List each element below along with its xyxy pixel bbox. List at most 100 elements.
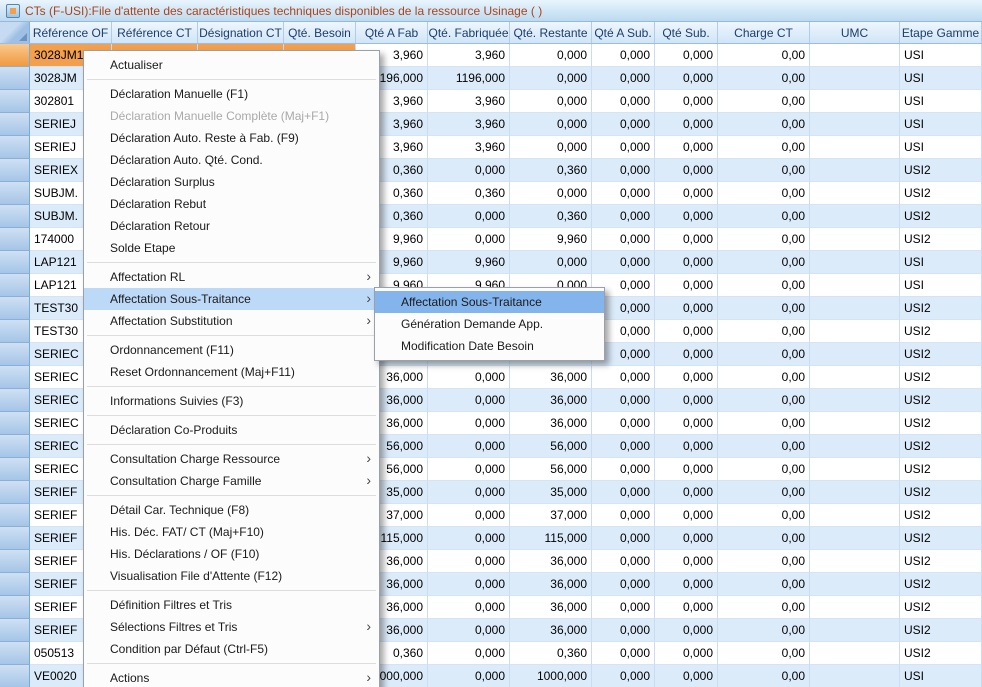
cell-qte_restante[interactable]: 0,360 [510, 159, 592, 182]
cell-charge_ct[interactable]: 0,00 [718, 435, 810, 458]
cell-etape_gamme[interactable]: USI2 [900, 435, 982, 458]
cell-qte_sub[interactable]: 0,000 [655, 504, 718, 527]
cell-qte_fabriquee[interactable]: 0,000 [428, 205, 510, 228]
cell-qte_sub[interactable]: 0,000 [655, 619, 718, 642]
cell-qte_restante[interactable]: 0,000 [510, 67, 592, 90]
cell-umc[interactable] [810, 274, 900, 297]
column-header-charge-ct[interactable]: Charge CT [718, 22, 810, 43]
cell-etape_gamme[interactable]: USI2 [900, 205, 982, 228]
cell-qte_sub[interactable]: 0,000 [655, 320, 718, 343]
context-menu-item-ordonnancement-f11[interactable]: Ordonnancement (F11) [84, 339, 379, 361]
cell-qte_restante[interactable]: 115,000 [510, 527, 592, 550]
cell-charge_ct[interactable]: 0,00 [718, 550, 810, 573]
cell-qte_restante[interactable]: 36,000 [510, 596, 592, 619]
context-menu-item-actualiser[interactable]: Actualiser [84, 54, 379, 76]
column-header-reference-ct[interactable]: Référence CT [112, 22, 198, 43]
row-indicator[interactable] [0, 113, 30, 136]
cell-qte_fabriquee[interactable]: 0,000 [428, 435, 510, 458]
cell-etape_gamme[interactable]: USI [900, 274, 982, 297]
cell-qte_fabriquee[interactable]: 3,960 [428, 136, 510, 159]
cell-qte_restante[interactable]: 0,360 [510, 205, 592, 228]
cell-charge_ct[interactable]: 0,00 [718, 251, 810, 274]
column-header-qte-a-sub[interactable]: Qté A Sub. [592, 22, 655, 43]
cell-charge_ct[interactable]: 0,00 [718, 527, 810, 550]
context-menu-item-definition-filtres-et-tris[interactable]: Définition Filtres et Tris [84, 594, 379, 616]
cell-qte_sub[interactable]: 0,000 [655, 67, 718, 90]
titlebar[interactable]: CTs (F-USI):File d'attente des caractéri… [0, 0, 982, 22]
cell-umc[interactable] [810, 412, 900, 435]
cell-charge_ct[interactable]: 0,00 [718, 642, 810, 665]
cell-umc[interactable] [810, 435, 900, 458]
cell-umc[interactable] [810, 251, 900, 274]
cell-charge_ct[interactable]: 0,00 [718, 573, 810, 596]
cell-etape_gamme[interactable]: USI2 [900, 550, 982, 573]
cell-qte_restante[interactable]: 35,000 [510, 481, 592, 504]
context-menu-item-actions[interactable]: Actions› [84, 667, 379, 687]
cell-qte_restante[interactable]: 0,000 [510, 136, 592, 159]
row-indicator[interactable] [0, 642, 30, 665]
cell-qte_sub[interactable]: 0,000 [655, 343, 718, 366]
cell-etape_gamme[interactable]: USI2 [900, 228, 982, 251]
context-menu-item-condition-par-defaut-ctrl-f5[interactable]: Condition par Défaut (Ctrl-F5) [84, 638, 379, 660]
cell-charge_ct[interactable]: 0,00 [718, 596, 810, 619]
cell-charge_ct[interactable]: 0,00 [718, 90, 810, 113]
cell-umc[interactable] [810, 113, 900, 136]
context-menu-item-declaration-rebut[interactable]: Déclaration Rebut [84, 193, 379, 215]
cell-etape_gamme[interactable]: USI2 [900, 366, 982, 389]
context-menu-item-declaration-co-produits[interactable]: Déclaration Co-Produits [84, 419, 379, 441]
cell-umc[interactable] [810, 297, 900, 320]
cell-qte_a_sub[interactable]: 0,000 [592, 44, 655, 67]
cell-charge_ct[interactable]: 0,00 [718, 136, 810, 159]
cell-etape_gamme[interactable]: USI2 [900, 320, 982, 343]
cell-qte_sub[interactable]: 0,000 [655, 113, 718, 136]
cell-qte_a_sub[interactable]: 0,000 [592, 366, 655, 389]
cell-qte_a_sub[interactable]: 0,000 [592, 136, 655, 159]
row-indicator[interactable] [0, 205, 30, 228]
row-indicator[interactable] [0, 136, 30, 159]
row-indicator[interactable] [0, 389, 30, 412]
cell-qte_restante[interactable]: 0,000 [510, 113, 592, 136]
cell-umc[interactable] [810, 573, 900, 596]
cell-qte_sub[interactable]: 0,000 [655, 412, 718, 435]
column-header-qte-restante[interactable]: Qté. Restante [510, 22, 592, 43]
cell-etape_gamme[interactable]: USI2 [900, 573, 982, 596]
cell-qte_fabriquee[interactable]: 0,000 [428, 665, 510, 687]
cell-qte_a_sub[interactable]: 0,000 [592, 389, 655, 412]
cell-qte_a_sub[interactable]: 0,000 [592, 67, 655, 90]
cell-charge_ct[interactable]: 0,00 [718, 67, 810, 90]
context-menu-item-declaration-auto-reste-a-fab-f9[interactable]: Déclaration Auto. Reste à Fab. (F9) [84, 127, 379, 149]
cell-qte_a_sub[interactable]: 0,000 [592, 412, 655, 435]
cell-umc[interactable] [810, 67, 900, 90]
cell-umc[interactable] [810, 504, 900, 527]
context-menu-item-selections-filtres-et-tris[interactable]: Sélections Filtres et Tris› [84, 616, 379, 638]
cell-qte_a_sub[interactable]: 0,000 [592, 665, 655, 687]
cell-qte_a_sub[interactable]: 0,000 [592, 619, 655, 642]
cell-qte_fabriquee[interactable]: 3,960 [428, 44, 510, 67]
cell-charge_ct[interactable]: 0,00 [718, 228, 810, 251]
cell-umc[interactable] [810, 320, 900, 343]
cell-qte_fabriquee[interactable]: 0,000 [428, 412, 510, 435]
cell-qte_sub[interactable]: 0,000 [655, 573, 718, 596]
row-indicator[interactable] [0, 481, 30, 504]
cell-qte_a_sub[interactable]: 0,000 [592, 113, 655, 136]
context-menu-item-affectation-sous-traitance[interactable]: Affectation Sous-Traitance› [84, 288, 379, 310]
row-indicator[interactable] [0, 619, 30, 642]
row-indicator[interactable] [0, 550, 30, 573]
cell-qte_a_sub[interactable]: 0,000 [592, 205, 655, 228]
context-menu-item-informations-suivies-f3[interactable]: Informations Suivies (F3) [84, 390, 379, 412]
cell-qte_sub[interactable]: 0,000 [655, 665, 718, 687]
cell-qte_a_sub[interactable]: 0,000 [592, 182, 655, 205]
cell-qte_fabriquee[interactable]: 0,000 [428, 504, 510, 527]
cell-qte_restante[interactable]: 9,960 [510, 228, 592, 251]
cell-etape_gamme[interactable]: USI [900, 113, 982, 136]
cell-umc[interactable] [810, 44, 900, 67]
cell-qte_restante[interactable]: 37,000 [510, 504, 592, 527]
cell-qte_a_sub[interactable]: 0,000 [592, 504, 655, 527]
column-header-qte-besoin[interactable]: Qté. Besoin [284, 22, 356, 43]
context-menu-item-declaration-retour[interactable]: Déclaration Retour [84, 215, 379, 237]
cell-etape_gamme[interactable]: USI2 [900, 389, 982, 412]
row-indicator[interactable] [0, 90, 30, 113]
cell-qte_restante[interactable]: 56,000 [510, 458, 592, 481]
cell-qte_restante[interactable]: 36,000 [510, 389, 592, 412]
cell-umc[interactable] [810, 159, 900, 182]
